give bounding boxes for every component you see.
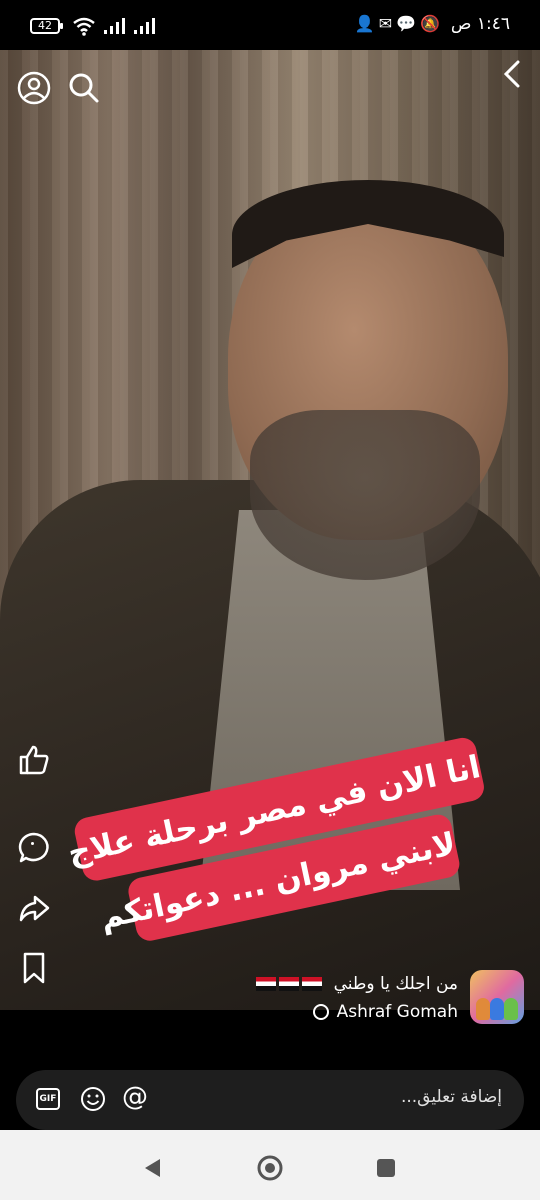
search-button[interactable] bbox=[62, 66, 106, 110]
chevron-left-icon bbox=[503, 60, 520, 88]
comment-button[interactable] bbox=[12, 826, 56, 870]
messenger-icon: ✉ bbox=[378, 14, 397, 33]
like-button[interactable] bbox=[12, 738, 56, 782]
emoji-icon[interactable] bbox=[80, 1086, 106, 1112]
share-button[interactable] bbox=[12, 886, 56, 930]
battery-icon: 42 bbox=[30, 18, 63, 34]
egypt-flag-icon bbox=[256, 977, 277, 991]
person-icon: 👤 bbox=[354, 14, 379, 33]
gif-button[interactable]: GIF bbox=[36, 1088, 60, 1110]
back-button[interactable] bbox=[490, 52, 534, 96]
share-icon bbox=[19, 895, 50, 922]
author-name[interactable]: Ashraf Gomah bbox=[337, 1002, 458, 1022]
egypt-flag-icon bbox=[302, 977, 323, 991]
chat-icon: 💬 bbox=[396, 14, 421, 33]
video-player[interactable]: انا الان في مصر برحلة علاج لابني مروان .… bbox=[0, 50, 540, 1010]
wifi-icon bbox=[73, 17, 95, 36]
comment-input[interactable]: GIF @ إضافة تعليق... bbox=[16, 1070, 524, 1130]
flag-icons bbox=[253, 974, 323, 994]
system-nav-bar bbox=[0, 1130, 540, 1200]
square-recents-icon bbox=[377, 1159, 395, 1177]
author-name-row[interactable]: Ashraf Gomah bbox=[312, 1002, 458, 1022]
thumbs-up-icon bbox=[19, 745, 49, 775]
nav-back-button[interactable] bbox=[132, 1148, 172, 1188]
status-time: ١:٤٦ ص bbox=[450, 14, 510, 34]
profile-icon bbox=[17, 71, 51, 105]
post-title: من اجلك يا وطني bbox=[333, 974, 458, 994]
author-avatar[interactable] bbox=[470, 970, 524, 1024]
globe-icon bbox=[312, 1004, 329, 1020]
person-beard bbox=[250, 410, 480, 580]
nav-recents-button[interactable] bbox=[366, 1148, 406, 1188]
post-title-row: من اجلك يا وطني bbox=[253, 974, 458, 994]
triangle-back-icon bbox=[145, 1159, 160, 1177]
status-bar: 42 👤✉💬🔕 ١:٤٦ ص bbox=[0, 0, 540, 50]
search-icon bbox=[69, 73, 99, 103]
home-circle-icon bbox=[257, 1155, 283, 1181]
comment-placeholder: إضافة تعليق... bbox=[400, 1087, 502, 1107]
mute-icon: 🔕 bbox=[420, 14, 444, 33]
signal-icon-2 bbox=[134, 18, 155, 34]
egypt-flag-icon bbox=[279, 977, 300, 991]
nav-home-button[interactable] bbox=[250, 1148, 290, 1188]
profile-button[interactable] bbox=[12, 66, 56, 110]
notification-icons: 👤✉💬🔕 bbox=[355, 14, 444, 33]
mention-button[interactable]: @ bbox=[122, 1082, 148, 1112]
comment-icon bbox=[18, 832, 49, 863]
post-author-row[interactable]: من اجلك يا وطني Ashraf Gomah bbox=[14, 970, 524, 1028]
comment-area: GIF @ إضافة تعليق... bbox=[0, 1040, 540, 1130]
signal-icon bbox=[104, 18, 125, 34]
